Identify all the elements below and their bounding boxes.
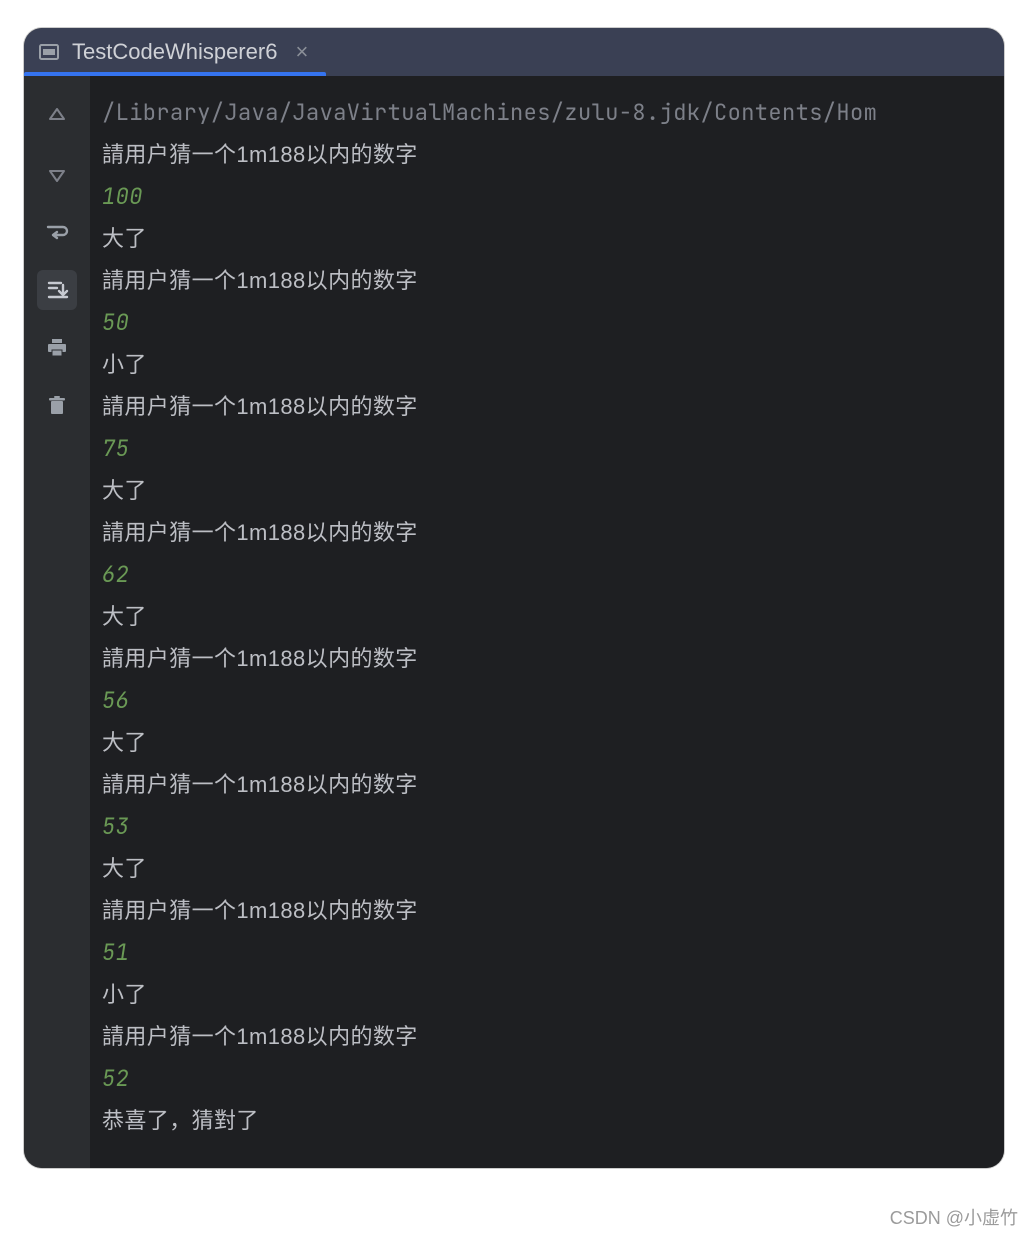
program-output-line: 請用户猜一个1m188以内的数字	[102, 764, 1004, 806]
program-output-line: 大了	[102, 848, 1004, 890]
run-config-icon	[38, 41, 60, 63]
user-input-line: 53	[102, 806, 1004, 848]
program-output-line: 恭喜了，猜對了	[102, 1100, 1004, 1142]
program-output-line: 小了	[102, 344, 1004, 386]
program-output-line: 大了	[102, 722, 1004, 764]
scroll-to-end-icon[interactable]	[37, 270, 77, 310]
close-icon[interactable]: ×	[295, 41, 308, 63]
ide-window: TestCodeWhisperer6 ×	[24, 28, 1004, 1168]
program-output-line: 請用户猜一个1m188以内的数字	[102, 890, 1004, 932]
gutter-toolbar	[24, 76, 90, 1168]
program-output-line: 大了	[102, 218, 1004, 260]
user-input-line: 62	[102, 554, 1004, 596]
program-output-line: 請用户猜一个1m188以内的数字	[102, 260, 1004, 302]
program-output-line: 請用户猜一个1m188以内的数字	[102, 134, 1004, 176]
print-icon[interactable]	[37, 328, 77, 368]
user-input-line: 52	[102, 1058, 1004, 1100]
program-output-line: 請用户猜一个1m188以内的数字	[102, 386, 1004, 428]
soft-wrap-icon[interactable]	[37, 212, 77, 252]
program-output-line: 大了	[102, 596, 1004, 638]
up-stack-icon[interactable]	[37, 96, 77, 136]
jdk-path-line: /Library/Java/JavaVirtualMachines/zulu-8…	[102, 92, 1004, 134]
user-input-line: 100	[102, 176, 1004, 218]
user-input-line: 56	[102, 680, 1004, 722]
tab-label: TestCodeWhisperer6	[72, 39, 277, 65]
trash-icon[interactable]	[37, 386, 77, 426]
tab-bar: TestCodeWhisperer6 ×	[24, 28, 1004, 76]
program-output-line: 請用户猜一个1m188以内的数字	[102, 1016, 1004, 1058]
program-output-line: 請用户猜一个1m188以内的数字	[102, 512, 1004, 554]
tab-run-config[interactable]: TestCodeWhisperer6 ×	[24, 28, 326, 76]
watermark-text: CSDN @小虚竹	[890, 1204, 1018, 1230]
content-row: /Library/Java/JavaVirtualMachines/zulu-8…	[24, 76, 1004, 1168]
user-input-line: 51	[102, 932, 1004, 974]
user-input-line: 50	[102, 302, 1004, 344]
program-output-line: 小了	[102, 974, 1004, 1016]
down-stack-icon[interactable]	[37, 154, 77, 194]
program-output-line: 請用户猜一个1m188以内的数字	[102, 638, 1004, 680]
user-input-line: 75	[102, 428, 1004, 470]
console-output[interactable]: /Library/Java/JavaVirtualMachines/zulu-8…	[90, 76, 1004, 1168]
program-output-line: 大了	[102, 470, 1004, 512]
